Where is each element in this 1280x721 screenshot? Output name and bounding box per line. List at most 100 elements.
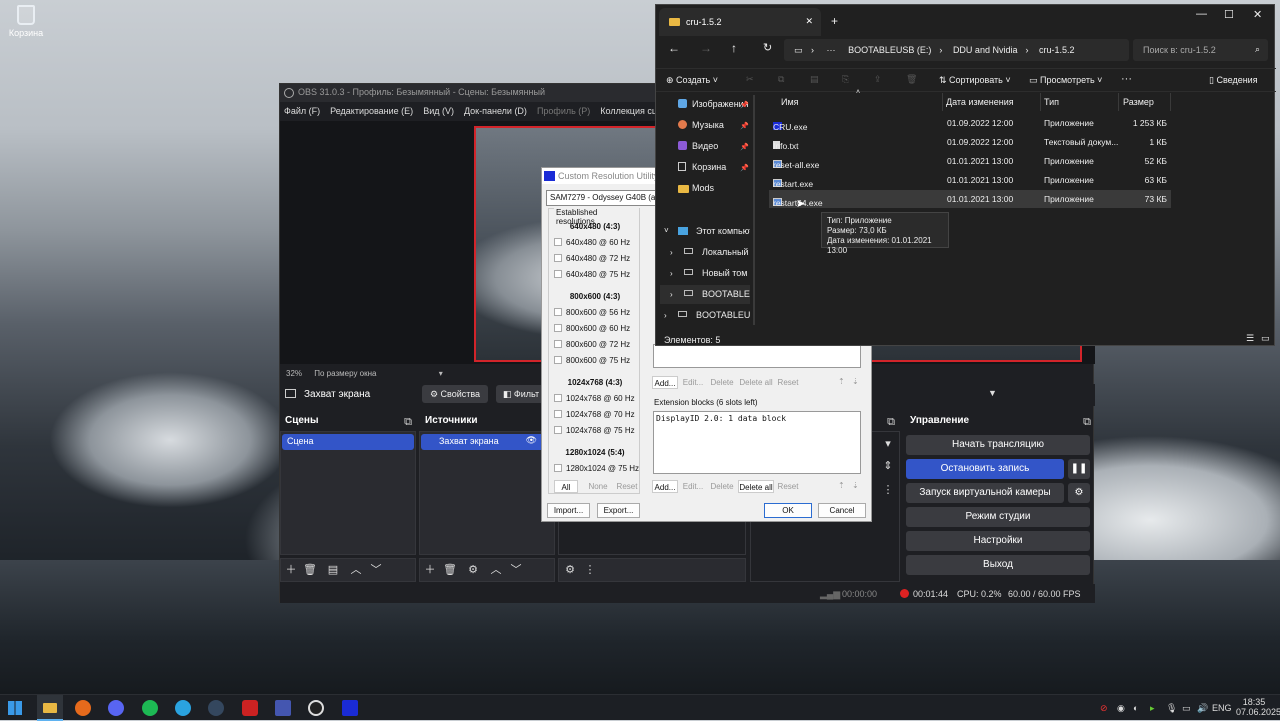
visibility-eye-icon[interactable]: 👁 bbox=[526, 435, 537, 446]
minimize-icon[interactable]: — bbox=[1196, 8, 1207, 20]
menu-edit[interactable]: Редактирование (E) bbox=[330, 106, 413, 117]
tray-discord-icon[interactable]: ◐ bbox=[1133, 703, 1138, 713]
extension-edit-button[interactable]: Edit... bbox=[681, 480, 705, 493]
detailed-move-up-icon[interactable]: ⇡ bbox=[838, 377, 845, 386]
expand-chevron-icon[interactable]: › bbox=[670, 290, 673, 299]
app-red-icon[interactable] bbox=[242, 700, 258, 716]
more-options-icon[interactable]: ··· bbox=[1121, 73, 1132, 85]
dropdown-arrow-icon[interactable]: ▼ bbox=[988, 388, 997, 398]
detailed-resolutions-list[interactable] bbox=[653, 344, 861, 368]
transition-menu-icon[interactable]: ⋮ bbox=[881, 483, 895, 497]
menu-view[interactable]: Вид (V) bbox=[423, 106, 454, 117]
studio-mode-button[interactable]: Режим студии bbox=[906, 507, 1090, 527]
copy-icon[interactable]: ⧉ bbox=[778, 74, 784, 85]
import-button[interactable]: Import... bbox=[547, 503, 590, 518]
breadcrumb[interactable]: BOOTABLEUSB (E:) bbox=[848, 45, 931, 55]
extension-delete-all-button[interactable]: Delete all bbox=[738, 480, 774, 493]
pin-icon[interactable]: 📌 bbox=[740, 101, 749, 109]
source-item[interactable]: Захват экрана 👁 bbox=[421, 434, 553, 450]
breadcrumb[interactable]: DDU and Nvidia bbox=[953, 45, 1018, 55]
scenes-undock-icon[interactable]: ⧉ bbox=[401, 415, 415, 429]
refresh-icon[interactable]: ↻ bbox=[763, 41, 772, 54]
extension-reset-button[interactable]: Reset bbox=[776, 480, 800, 493]
extension-block-item[interactable]: DisplayID 2.0: 1 data block bbox=[656, 414, 786, 423]
details-button[interactable]: ▯ Сведения bbox=[1209, 75, 1258, 86]
pin-icon[interactable]: 📌 bbox=[740, 164, 749, 172]
close-tab-icon[interactable]: ✕ bbox=[805, 16, 813, 27]
virtual-camera-gear-icon[interactable]: ⚙ bbox=[1068, 483, 1090, 503]
res-checkbox-item[interactable]: 640x480 @ 60 Hz bbox=[549, 238, 641, 247]
nav-pictures[interactable]: Изображения bbox=[660, 95, 750, 114]
tray-icon[interactable]: ⊘ bbox=[1100, 703, 1108, 714]
up-icon[interactable]: ↑ bbox=[731, 41, 737, 55]
menu-profile[interactable]: Профиль (P) bbox=[537, 106, 590, 117]
nav-bootableusb-1[interactable]: BOOTABLEUSB bbox=[660, 285, 750, 304]
detailed-reset-button[interactable]: Reset bbox=[776, 376, 800, 389]
back-icon[interactable]: ← bbox=[668, 41, 680, 55]
mixer-menu-icon[interactable]: ⋮ bbox=[583, 563, 597, 577]
source-up-icon[interactable]: ︿ bbox=[489, 563, 503, 577]
nav-video[interactable]: Видео bbox=[660, 137, 750, 156]
settings-button[interactable]: Настройки bbox=[906, 531, 1090, 551]
source-down-icon[interactable]: ﹀ bbox=[509, 563, 523, 577]
cru-taskbar-icon[interactable] bbox=[342, 700, 358, 716]
res-checkbox-item[interactable]: 800x600 @ 72 Hz bbox=[549, 340, 641, 349]
extension-delete-button[interactable]: Delete bbox=[709, 480, 735, 493]
select-all-button[interactable]: All bbox=[554, 480, 578, 493]
nav-new-volume[interactable]: Новый том (D bbox=[660, 264, 750, 283]
extension-blocks-list[interactable]: DisplayID 2.0: 1 data block bbox=[653, 411, 861, 474]
firefox-icon[interactable] bbox=[75, 700, 91, 716]
duration-stepper-icon[interactable]: ⇕ bbox=[881, 459, 895, 473]
spotify-icon[interactable] bbox=[142, 700, 158, 716]
add-scene-icon[interactable]: ＋ bbox=[284, 563, 298, 577]
scene-item[interactable]: Сцена bbox=[282, 434, 414, 450]
res-checkbox-item[interactable]: 640x480 @ 72 Hz bbox=[549, 254, 641, 263]
new-tab-icon[interactable]: + bbox=[831, 14, 838, 28]
discord-icon[interactable] bbox=[108, 700, 124, 716]
create-button[interactable]: ⊕ Создать ˅ bbox=[666, 75, 718, 86]
tray-nvidia-icon[interactable]: ▸ bbox=[1150, 703, 1155, 714]
move-up-icon[interactable]: ︿ bbox=[349, 563, 363, 577]
expand-chevron-icon[interactable]: › bbox=[670, 248, 673, 257]
explorer-tab[interactable]: cru-1.5.2 ✕ bbox=[659, 8, 821, 36]
nav-recycle-bin[interactable]: Корзина bbox=[660, 158, 750, 177]
select-reset-button[interactable]: Reset bbox=[614, 480, 640, 493]
close-window-icon[interactable]: ✕ bbox=[1253, 8, 1262, 21]
cancel-button[interactable]: Cancel bbox=[818, 503, 866, 518]
res-checkbox-item[interactable]: 1024x768 @ 60 Hz bbox=[549, 394, 641, 403]
nav-scrollbar[interactable] bbox=[753, 95, 755, 325]
remove-source-icon[interactable]: 🗑 bbox=[443, 563, 457, 577]
nav-mods[interactable]: Mods bbox=[660, 179, 750, 198]
tray-steam-icon[interactable]: ◉ bbox=[1117, 703, 1125, 714]
nav-this-pc[interactable]: Этот компьютер bbox=[660, 222, 750, 241]
expand-chevron-icon[interactable]: ˅ bbox=[664, 226, 669, 235]
extension-move-down-icon[interactable]: ⇣ bbox=[852, 481, 859, 490]
scene-filters-icon[interactable]: ▤ bbox=[326, 563, 340, 577]
res-checkbox-item[interactable]: 800x600 @ 56 Hz bbox=[549, 308, 641, 317]
tiles-view-icon[interactable]: ▭ bbox=[1261, 333, 1270, 344]
pin-icon[interactable]: 📌 bbox=[740, 122, 749, 130]
file-row[interactable]: restart64.exe 01.01.2021 13:00 Приложение… bbox=[769, 190, 1171, 208]
sort-button[interactable]: ⇅ Сортировать ˅ bbox=[939, 75, 1011, 86]
file-row[interactable]: restart.exe 01.01.2021 13:00 Приложение 63… bbox=[769, 171, 1171, 189]
explorer-taskbar-button[interactable] bbox=[37, 695, 63, 721]
source-settings-gear-icon[interactable]: ⚙ bbox=[466, 563, 480, 577]
rename-icon[interactable]: ⎘ bbox=[842, 74, 849, 85]
delete-icon[interactable]: 🗑 bbox=[906, 74, 917, 85]
mixer-settings-icon[interactable]: ⚙ bbox=[563, 563, 577, 577]
stop-record-button[interactable]: Остановить запись bbox=[906, 459, 1064, 479]
res-checkbox-item[interactable]: 1024x768 @ 70 Hz bbox=[549, 410, 641, 419]
breadcrumb[interactable]: cru-1.5.2 bbox=[1039, 45, 1075, 55]
extension-move-up-icon[interactable]: ⇡ bbox=[838, 481, 845, 490]
col-size[interactable]: Размер bbox=[1123, 97, 1154, 107]
detailed-move-down-icon[interactable]: ⇣ bbox=[852, 377, 859, 386]
expand-chevron-icon[interactable]: › bbox=[670, 269, 673, 278]
exit-button[interactable]: Выход bbox=[906, 555, 1090, 575]
select-none-button[interactable]: None bbox=[586, 480, 610, 493]
steam-icon[interactable] bbox=[208, 700, 224, 716]
menu-docks[interactable]: Док-панели (D) bbox=[464, 106, 527, 117]
network-icon[interactable]: ▭ bbox=[1182, 703, 1191, 714]
nav-local-disk[interactable]: Локальный диск bbox=[660, 243, 750, 262]
search-input[interactable]: Поиск в: cru-1.5.2 ⌕ bbox=[1133, 39, 1268, 61]
maximize-icon[interactable]: ☐ bbox=[1224, 8, 1234, 21]
